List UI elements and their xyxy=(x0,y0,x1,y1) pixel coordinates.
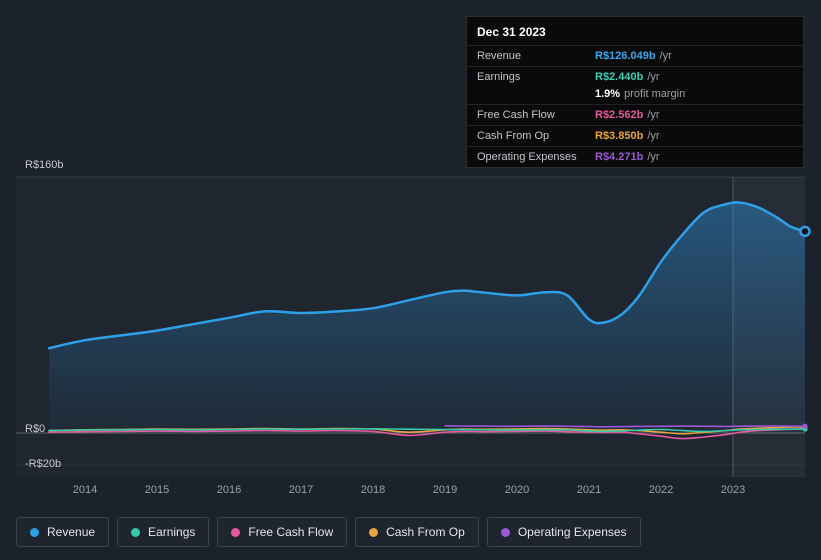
x-tick-label: 2016 xyxy=(216,484,242,496)
earnings-dot-icon xyxy=(131,527,141,537)
x-tick-label: 2023 xyxy=(720,484,746,496)
chart-plot-area[interactable] xyxy=(16,176,811,477)
operating-expenses-dot-icon xyxy=(500,527,510,537)
tooltip-value: R$2.562b xyxy=(595,109,644,121)
tooltip-label: Cash From Op xyxy=(477,130,550,142)
tooltip-label: Earnings xyxy=(477,71,521,83)
tooltip-row-operating-expenses: Operating Expenses R$4.271b /yr xyxy=(467,146,803,167)
x-tick-label: 2021 xyxy=(576,484,602,496)
tooltip-value: R$2.440b xyxy=(595,71,644,83)
tooltip-row-cash-from-op: Cash From Op R$3.850b /yr xyxy=(467,125,803,146)
revenue-dot-icon xyxy=(30,527,39,537)
tooltip-row-earnings: Earnings R$2.440b /yr xyxy=(467,66,803,87)
legend-label: Free Cash Flow xyxy=(248,525,334,539)
tooltip-date: Dec 31 2023 xyxy=(477,25,546,39)
tooltip-suffix: /yr xyxy=(647,151,660,163)
legend-item-free-cash-flow[interactable]: Free Cash Flow xyxy=(217,517,348,547)
tooltip: Dec 31 2023 Revenue R$126.049b /yr Earni… xyxy=(466,16,804,168)
tooltip-label: Operating Expenses xyxy=(477,151,577,163)
x-tick-label: 2022 xyxy=(648,484,674,496)
tooltip-value: R$4.271b xyxy=(595,151,644,163)
x-tick-label: 2018 xyxy=(360,484,386,496)
free-cash-flow-dot-icon xyxy=(231,527,241,537)
tooltip-value: 1.9% xyxy=(595,88,621,100)
tooltip-row-profit-margin: 1.9% profit margin xyxy=(467,87,803,104)
tooltip-suffix: /yr xyxy=(659,50,672,62)
tooltip-suffix: /yr xyxy=(647,130,660,142)
legend-label: Earnings xyxy=(148,525,196,539)
chart-legend: Revenue Earnings Free Cash Flow Cash Fro… xyxy=(16,517,641,547)
tooltip-value: R$3.850b xyxy=(595,130,644,142)
tooltip-row-revenue: Revenue R$126.049b /yr xyxy=(467,45,803,66)
tooltip-suffix: /yr xyxy=(647,109,660,121)
cash-from-op-dot-icon xyxy=(369,527,379,537)
legend-item-operating-expenses[interactable]: Operating Expenses xyxy=(486,517,641,547)
tooltip-label: Revenue xyxy=(477,50,522,62)
x-tick-label: 2020 xyxy=(504,484,530,496)
tooltip-suffix: /yr xyxy=(647,71,660,83)
legend-item-earnings[interactable]: Earnings xyxy=(117,517,210,547)
tooltip-value: R$126.049b xyxy=(595,50,656,62)
x-tick-label: 2019 xyxy=(432,484,458,496)
tooltip-label: Free Cash Flow xyxy=(477,109,555,121)
legend-label: Operating Expenses xyxy=(517,525,627,539)
tooltip-suffix: profit margin xyxy=(624,88,686,100)
tooltip-row-free-cash-flow: Free Cash Flow R$2.562b /yr xyxy=(467,104,803,125)
x-tick-label: 2017 xyxy=(288,484,314,496)
x-axis-labels: 2014 2015 2016 2017 2018 2019 2020 2021 2022 2023 xyxy=(16,484,805,500)
chart-svg[interactable] xyxy=(16,176,811,477)
x-tick-label: 2014 xyxy=(72,484,98,496)
y-axis-label-top: R$160b xyxy=(25,159,64,171)
x-tick-label: 2015 xyxy=(144,484,170,496)
legend-item-revenue[interactable]: Revenue xyxy=(16,517,110,547)
legend-label: Cash From Op xyxy=(386,525,465,539)
legend-label: Revenue xyxy=(47,525,96,539)
legend-item-cash-from-op[interactable]: Cash From Op xyxy=(355,517,479,547)
